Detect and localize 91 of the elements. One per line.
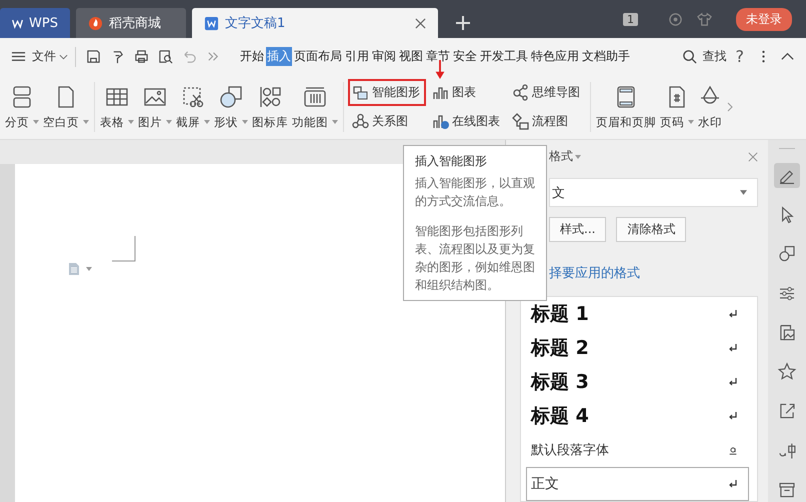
ribbon-button[interactable]: 水印 bbox=[697, 84, 723, 130]
ribbon-button[interactable]: 图标库 bbox=[251, 84, 289, 130]
ribbon-tab[interactable]: 审阅 bbox=[371, 47, 397, 66]
margin-corner-icon bbox=[112, 236, 136, 262]
ribbon-tab[interactable]: 引用 bbox=[344, 47, 370, 66]
ribbon-button[interactable]: 关系图 bbox=[348, 108, 426, 135]
online-chart-icon bbox=[432, 113, 449, 130]
search-button[interactable]: 查找 bbox=[702, 48, 726, 65]
ribbon-tab[interactable]: 开发工具 bbox=[479, 47, 529, 66]
style-item[interactable]: 默认段落字体 bbox=[526, 433, 749, 467]
dropdown-caret-icon bbox=[204, 120, 210, 124]
dropdown-caret-icon bbox=[128, 120, 134, 124]
dropdown-caret-icon bbox=[740, 190, 747, 195]
print-icon[interactable] bbox=[134, 49, 149, 64]
ribbon-tab[interactable]: 开始 bbox=[239, 47, 265, 66]
style-item[interactable]: 标题 2 bbox=[526, 331, 749, 365]
search-icon[interactable] bbox=[682, 49, 696, 64]
pointer-arrow bbox=[434, 60, 446, 79]
shapes-icon bbox=[219, 84, 243, 108]
dropdown-caret-icon bbox=[688, 120, 694, 124]
print-preview-icon[interactable] bbox=[158, 49, 173, 64]
ribbon-button[interactable]: 功能图 bbox=[291, 84, 339, 130]
smartart-icon bbox=[352, 84, 369, 101]
ribbon-tab[interactable]: 视图 bbox=[398, 47, 424, 66]
ribbon-tab[interactable]: 特色应用 bbox=[530, 47, 580, 66]
ribbon-button[interactable]: 思维导图 bbox=[508, 79, 586, 106]
ribbon-button[interactable]: 分页 bbox=[4, 84, 40, 130]
menu-icon[interactable] bbox=[11, 49, 26, 64]
chevron-right-icon[interactable] bbox=[727, 102, 733, 112]
dropdown-caret-icon bbox=[166, 120, 172, 124]
shirt-icon[interactable] bbox=[697, 12, 712, 26]
page-count-badge[interactable]: 1 bbox=[623, 12, 638, 26]
tooltip-title: 插入智能图形 bbox=[415, 153, 488, 170]
tooltip-text: 插入智能图形，以直观的方式交流信息。 bbox=[415, 175, 536, 210]
ribbon-tab[interactable]: 插入 bbox=[266, 47, 292, 66]
ribbon-button[interactable]: 图表 bbox=[428, 79, 506, 106]
ribbon-button[interactable]: 表格 bbox=[99, 84, 135, 130]
file-menu[interactable]: 文件 bbox=[32, 48, 56, 65]
document-tab[interactable]: WPS bbox=[0, 8, 70, 38]
paragraph-mark-icon bbox=[728, 411, 738, 421]
flame-icon bbox=[88, 16, 103, 30]
dropdown-caret-icon bbox=[242, 120, 248, 124]
dropdown-caret-icon bbox=[33, 120, 39, 124]
ribbon-button[interactable]: 形状 bbox=[213, 84, 249, 130]
new-tab-icon[interactable] bbox=[456, 16, 470, 30]
ribbon-button[interactable]: 智能图形 bbox=[348, 79, 426, 106]
ribbon-tab[interactable]: 页面布局 bbox=[293, 47, 343, 66]
dropdown-caret-icon[interactable] bbox=[86, 267, 92, 271]
barcode-box-icon bbox=[303, 84, 327, 108]
scissors-icon bbox=[181, 84, 205, 108]
style-dropdown[interactable]: 文 bbox=[549, 178, 758, 207]
mind-map-icon bbox=[512, 84, 529, 101]
paragraph-mark-icon bbox=[728, 479, 738, 489]
style-list-heading: 择要应用的格式 bbox=[549, 265, 641, 282]
paragraph-mark-icon bbox=[728, 309, 738, 319]
character-style-icon bbox=[728, 445, 738, 455]
save-icon[interactable] bbox=[86, 49, 101, 64]
ribbon-tab[interactable]: 文档助手 bbox=[581, 47, 631, 66]
ribbon-button[interactable]: 页眉和页脚 bbox=[595, 84, 657, 130]
flowchart-icon bbox=[512, 113, 529, 130]
style-action-button[interactable]: 清除格式 bbox=[616, 217, 686, 242]
ribbon-button[interactable]: 截屏 bbox=[175, 84, 211, 130]
ribbon-button[interactable]: 空白页 bbox=[42, 84, 90, 130]
close-icon[interactable] bbox=[748, 152, 758, 162]
style-item[interactable]: 标题 1 bbox=[526, 297, 749, 331]
shapes-grid-icon bbox=[258, 84, 282, 108]
dropdown-caret-icon bbox=[575, 154, 581, 158]
ribbon-tab[interactable]: 章节 bbox=[425, 47, 451, 66]
dropdown-caret-icon bbox=[332, 120, 338, 124]
style-action-button[interactable]: 样式... bbox=[549, 217, 606, 242]
tooltip-text: 智能图形包括图形列表、流程图以及更为复杂的图形，例如维恩图和组织结构图。 bbox=[415, 223, 536, 294]
ribbon-button[interactable]: 图片 bbox=[137, 84, 173, 130]
chevron-down-icon[interactable] bbox=[59, 54, 68, 60]
dropdown-caret-icon bbox=[83, 120, 89, 124]
paragraph-mark-icon bbox=[728, 377, 738, 387]
close-icon[interactable] bbox=[415, 18, 426, 28]
paragraph-mark-icon bbox=[728, 343, 738, 353]
style-item[interactable]: 标题 4 bbox=[526, 399, 749, 433]
document-tab[interactable]: 稻壳商城 bbox=[76, 8, 186, 38]
style-item[interactable]: 正文 bbox=[526, 467, 749, 501]
style-item[interactable]: 标题 3 bbox=[526, 365, 749, 399]
ribbon-button[interactable]: 流程图 bbox=[508, 108, 586, 135]
help-button[interactable]: ? bbox=[736, 47, 744, 66]
relation-icon bbox=[352, 113, 369, 130]
panel-title[interactable]: 格式 bbox=[549, 148, 581, 165]
ribbon-button[interactable]: 页码 bbox=[659, 84, 695, 130]
document-icon bbox=[204, 16, 219, 30]
pen-icon[interactable] bbox=[774, 162, 800, 188]
ribbon-tab[interactable]: 安全 bbox=[452, 47, 478, 66]
ribbon-button[interactable]: 在线图表 bbox=[428, 108, 506, 135]
document-tab[interactable]: 文字文稿1 bbox=[192, 8, 438, 38]
